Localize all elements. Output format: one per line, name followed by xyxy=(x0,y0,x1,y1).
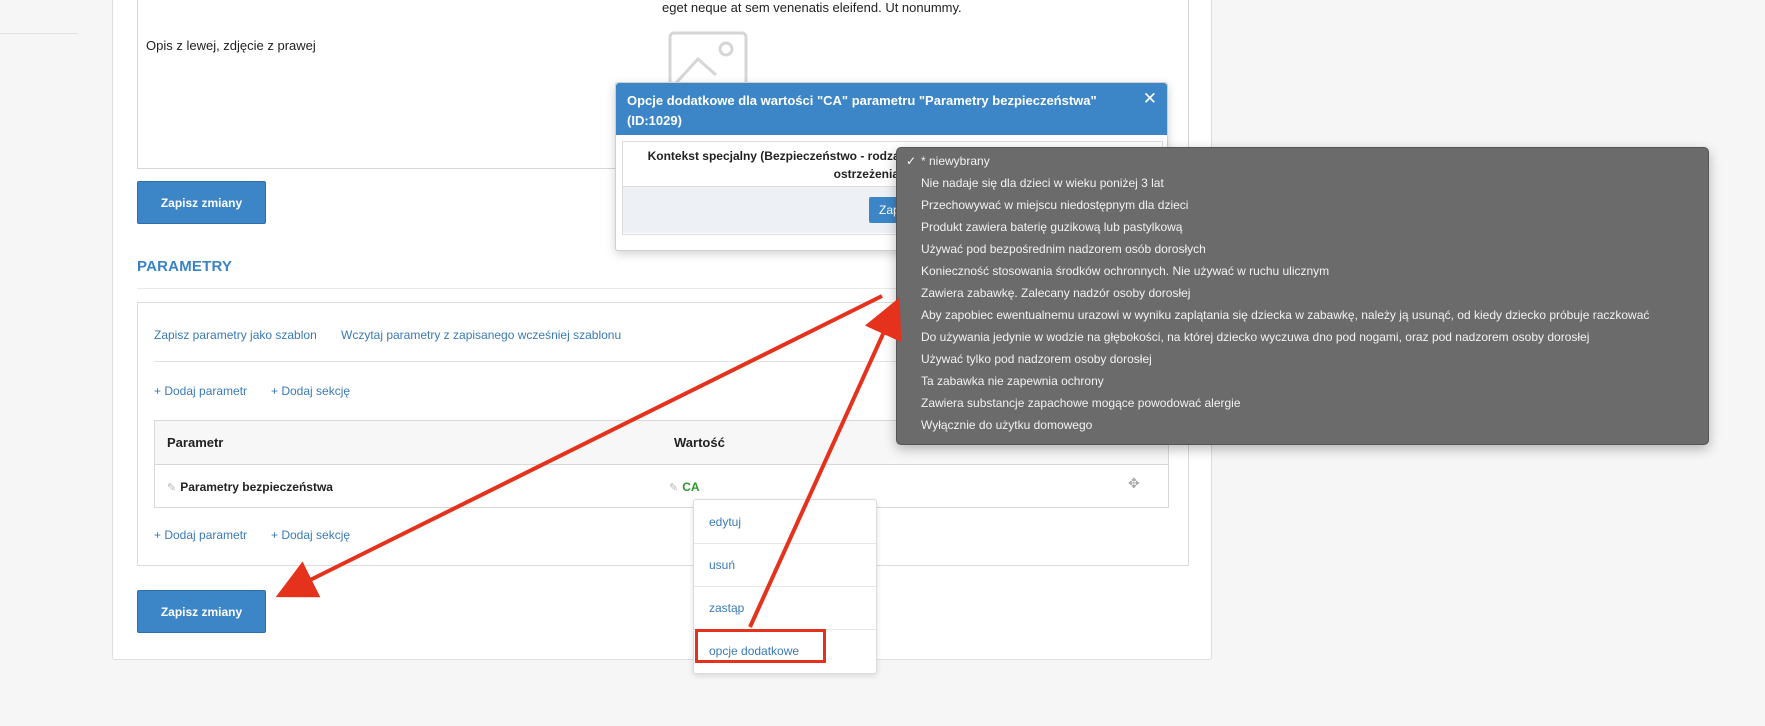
left-divider xyxy=(0,33,78,34)
annotation-highlight-box xyxy=(695,629,826,663)
special-context-label: Kontekst specjalny (Bezpieczeństwo - rod… xyxy=(647,149,903,181)
add-section-link-bottom[interactable]: + Dodaj sekcję xyxy=(271,528,350,542)
column-header-value: Wartość xyxy=(674,435,725,450)
save-changes-button-bottom[interactable]: Zapisz zmiany xyxy=(137,590,266,633)
save-changes-button-top[interactable]: Zapisz zmiany xyxy=(137,181,266,224)
dropdown-option[interactable]: Konieczność stosowania środków ochronnyc… xyxy=(921,264,1329,278)
dropdown-option[interactable]: Zawiera zabawkę. Zalecany nadzór osoby d… xyxy=(921,286,1190,300)
dropdown-option[interactable]: Produkt zawiera baterię guzikową lub pas… xyxy=(921,220,1182,234)
column-header-parameter: Parametr xyxy=(167,435,224,450)
pencil-icon: ✎ xyxy=(669,482,679,494)
close-icon[interactable]: ✕ xyxy=(1143,89,1157,109)
dialog-header: Opcje dodatkowe dla wartości "CA" parame… xyxy=(616,83,1167,135)
section-title-parameters: PARAMETRY xyxy=(137,258,233,275)
menu-item-label: edytuj xyxy=(709,515,742,529)
checkmark-icon: ✓ xyxy=(906,154,917,168)
load-template-link[interactable]: Wczytaj parametry z zapisanego wcześniej… xyxy=(341,328,621,342)
dropdown-option[interactable]: * niewybrany xyxy=(921,154,990,168)
menu-item-delete[interactable]: usuń xyxy=(694,543,876,587)
special-context-dropdown[interactable]: ✓ * niewybrany Nie nadaje się dla dzieci… xyxy=(896,147,1709,445)
move-icon[interactable]: ✥ xyxy=(1128,475,1140,492)
dropdown-option[interactable]: Przechowywać w miejscu niedostępnym dla … xyxy=(921,198,1188,212)
dropdown-option[interactable]: Używać pod bezpośrednim nadzorem osób do… xyxy=(921,242,1206,256)
add-parameter-link-top[interactable]: + Dodaj parametr xyxy=(154,384,247,398)
editor-text-right: eget neque at sem venenatis eleifend. Ut… xyxy=(662,0,962,15)
dropdown-option[interactable]: Aby zapobiec ewentualnemu urazowi w wyni… xyxy=(921,308,1649,322)
dialog-title: Opcje dodatkowe dla wartości "CA" parame… xyxy=(627,93,1097,128)
menu-item-replace[interactable]: zastąp xyxy=(694,586,876,630)
save-template-link[interactable]: Zapisz parametry jako szablon xyxy=(154,328,317,342)
editor-text-left: Opis z lewej, zdjęcie z prawej xyxy=(146,38,316,53)
add-section-link-top[interactable]: + Dodaj sekcję xyxy=(271,384,350,398)
dropdown-option[interactable]: Używać tylko pod nadzorem osoby dorosłej xyxy=(921,352,1152,366)
add-parameter-link-bottom[interactable]: + Dodaj parametr xyxy=(154,528,247,542)
image-placeholder-icon xyxy=(668,31,748,95)
menu-item-edit[interactable]: edytuj xyxy=(694,500,876,544)
dropdown-option[interactable]: Zawiera substancje zapachowe mogące powo… xyxy=(921,396,1241,410)
dropdown-option[interactable]: Do używania jedynie w wodzie na głębokoś… xyxy=(921,330,1589,344)
table-row-param[interactable]: ✎ Parametry bezpieczeństwa xyxy=(167,480,333,494)
param-value: CA xyxy=(682,480,700,494)
dropdown-option[interactable]: Nie nadaje się dla dzieci w wieku poniże… xyxy=(921,176,1164,190)
menu-item-label: usuń xyxy=(709,558,736,572)
dropdown-option[interactable]: Wyłącznie do użytku domowego xyxy=(921,418,1092,432)
menu-item-label: zastąp xyxy=(709,601,745,615)
pencil-icon: ✎ xyxy=(167,482,177,494)
table-row-value[interactable]: ✎ CA xyxy=(669,480,700,494)
dropdown-option[interactable]: Ta zabawka nie zapewnia ochrony xyxy=(921,374,1104,388)
param-name: Parametry bezpieczeństwa xyxy=(180,480,333,494)
